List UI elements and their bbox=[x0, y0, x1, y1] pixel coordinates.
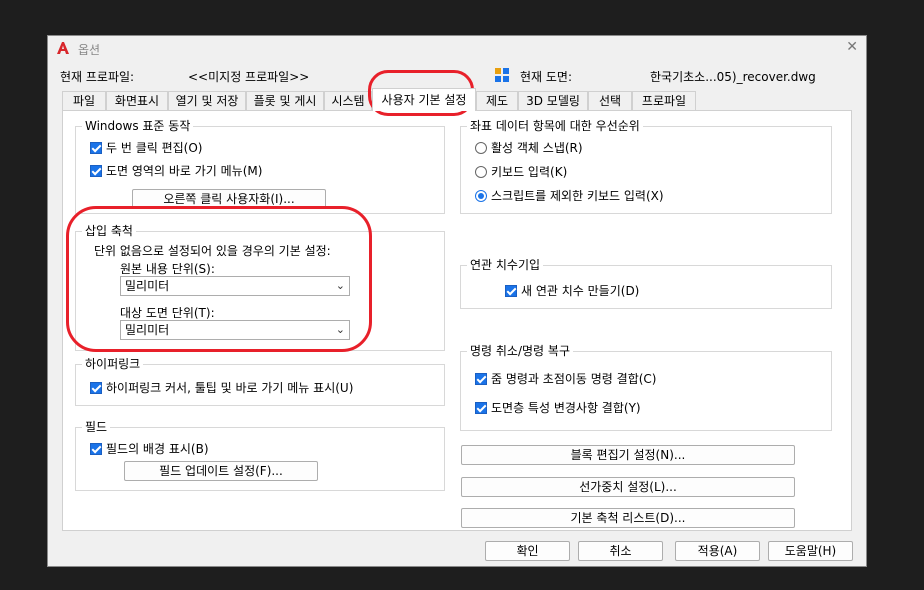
insertion-scale-description: 단위 없음으로 설정되어 있을 경우의 기본 설정: bbox=[94, 244, 331, 258]
current-drawing-value: 한국기초소...05)_recover.dwg bbox=[650, 70, 816, 84]
keyboard-entry-except-scripts-option[interactable]: 스크립트를 제외한 키보드 입력(X) bbox=[475, 187, 664, 204]
combine-zoom-pan-option[interactable]: 줌 명령과 초점이동 명령 결합(C) bbox=[475, 370, 656, 387]
group-title: Windows 표준 동작 bbox=[82, 119, 194, 133]
checkbox-checked-icon[interactable] bbox=[90, 442, 102, 455]
drawing-file-icon bbox=[494, 67, 510, 86]
shortcut-menu-option[interactable]: 도면 영역의 바로 가기 메뉴(M) bbox=[90, 162, 262, 179]
source-units-label: 원본 내용 단위(S): bbox=[120, 262, 215, 276]
option-label: 두 번 클릭 편집(O) bbox=[106, 141, 203, 155]
group-title: 좌표 데이터 항목에 대한 우선순위 bbox=[467, 119, 643, 133]
tab-display[interactable]: 화면표시 bbox=[106, 91, 168, 110]
target-units-dropdown[interactable]: 밀리미터 ⌄ bbox=[120, 320, 350, 340]
tab-3d-modeling[interactable]: 3D 모델링 bbox=[518, 91, 588, 110]
radio-unselected-icon[interactable] bbox=[475, 165, 487, 178]
options-dialog: 옵션 ✕ 현재 프로파일: <<미지정 프로파일>> 현재 도면: 한국기초소.… bbox=[47, 35, 867, 567]
group-title: 하이퍼링크 bbox=[82, 357, 144, 371]
source-units-dropdown[interactable]: 밀리미터 ⌄ bbox=[120, 276, 350, 296]
checkbox-checked-icon[interactable] bbox=[505, 284, 517, 297]
option-label: 스크립트를 제외한 키보드 입력(X) bbox=[491, 189, 664, 203]
group-title: 삽입 축척 bbox=[82, 224, 136, 238]
dialog-title: 옵션 bbox=[78, 43, 101, 57]
checkbox-checked-icon[interactable] bbox=[90, 164, 102, 177]
cancel-button[interactable]: 취소 bbox=[578, 541, 663, 561]
checkbox-checked-icon[interactable] bbox=[90, 141, 102, 154]
tab-user-preferences[interactable]: 사용자 기본 설정 bbox=[372, 88, 476, 111]
option-label: 도면층 특성 변경사항 결합(Y) bbox=[491, 401, 641, 415]
option-label: 줌 명령과 초점이동 명령 결합(C) bbox=[491, 372, 657, 386]
close-icon[interactable]: ✕ bbox=[846, 39, 858, 55]
chevron-down-icon: ⌄ bbox=[335, 279, 345, 292]
field-background-option[interactable]: 필드의 배경 표시(B) bbox=[90, 440, 209, 457]
tab-drafting[interactable]: 제도 bbox=[476, 91, 518, 110]
default-scale-list-button[interactable]: 기본 축척 리스트(D)... bbox=[461, 508, 795, 528]
tab-plot-publish[interactable]: 플롯 및 게시 bbox=[246, 91, 324, 110]
option-label: 필드의 배경 표시(B) bbox=[106, 442, 209, 456]
apply-button[interactable]: 적용(A) bbox=[675, 541, 760, 561]
current-drawing-label: 현재 도면: bbox=[520, 70, 573, 84]
block-editor-settings-button[interactable]: 블록 편집기 설정(N)... bbox=[461, 445, 795, 465]
help-button[interactable]: 도움말(H) bbox=[768, 541, 853, 561]
new-associative-dimension-option[interactable]: 새 연관 치수 만들기(D) bbox=[505, 282, 639, 299]
field-update-settings-button[interactable]: 필드 업데이트 설정(F)... bbox=[124, 461, 318, 481]
group-title: 필드 bbox=[82, 420, 111, 434]
undo-redo-group: 명령 취소/명령 복구 줌 명령과 초점이동 명령 결합(C) 도면층 특성 변… bbox=[460, 344, 832, 431]
current-profile-value: <<미지정 프로파일>> bbox=[188, 70, 310, 84]
running-osnap-option[interactable]: 활성 객체 스냅(R) bbox=[475, 139, 583, 156]
radio-unselected-icon[interactable] bbox=[475, 141, 487, 154]
checkbox-checked-icon[interactable] bbox=[90, 381, 102, 394]
option-label: 새 연관 치수 만들기(D) bbox=[521, 284, 640, 298]
selected-value: 밀리미터 bbox=[125, 323, 170, 337]
radio-selected-icon[interactable] bbox=[475, 189, 487, 202]
associative-dimensioning-group: 연관 치수기입 새 연관 치수 만들기(D) bbox=[460, 258, 832, 309]
tab-file[interactable]: 파일 bbox=[62, 91, 106, 110]
option-label: 활성 객체 스냅(R) bbox=[491, 141, 583, 155]
keyboard-entry-option[interactable]: 키보드 입력(K) bbox=[475, 163, 567, 180]
current-profile-label: 현재 프로파일: bbox=[60, 70, 135, 84]
tab-profiles[interactable]: 프로파일 bbox=[632, 91, 696, 110]
checkbox-checked-icon[interactable] bbox=[475, 372, 487, 385]
combine-layer-changes-option[interactable]: 도면층 특성 변경사항 결합(Y) bbox=[475, 399, 641, 416]
hyperlink-group: 하이퍼링크 하이퍼링크 커서, 툴팁 및 바로 가기 메뉴 표시(U) bbox=[75, 357, 445, 406]
tab-system[interactable]: 시스템 bbox=[324, 91, 372, 110]
hyperlink-option[interactable]: 하이퍼링크 커서, 툴팁 및 바로 가기 메뉴 표시(U) bbox=[90, 379, 353, 396]
chevron-down-icon: ⌄ bbox=[335, 323, 345, 336]
checkbox-checked-icon[interactable] bbox=[475, 401, 487, 414]
group-title: 연관 치수기입 bbox=[467, 258, 544, 272]
windows-behavior-group: Windows 표준 동작 두 번 클릭 편집(O) 도면 영역의 바로 가기 … bbox=[75, 119, 445, 214]
tab-content-panel: Windows 표준 동작 두 번 클릭 편집(O) 도면 영역의 바로 가기 … bbox=[62, 110, 852, 531]
option-label: 키보드 입력(K) bbox=[491, 165, 568, 179]
right-click-customization-button[interactable]: 오른쪽 클릭 사용자화(I)... bbox=[132, 189, 326, 209]
option-label: 하이퍼링크 커서, 툴팁 및 바로 가기 메뉴 표시(U) bbox=[106, 381, 354, 395]
tab-open-save[interactable]: 열기 및 저장 bbox=[168, 91, 246, 110]
target-units-label: 대상 도면 단위(T): bbox=[120, 306, 215, 320]
coordinate-priority-group: 좌표 데이터 항목에 대한 우선순위 활성 객체 스냅(R) 키보드 입력(K)… bbox=[460, 119, 832, 214]
option-label: 도면 영역의 바로 가기 메뉴(M) bbox=[106, 164, 263, 178]
insertion-scale-group: 삽입 축척 단위 없음으로 설정되어 있을 경우의 기본 설정: 원본 내용 단… bbox=[75, 224, 445, 351]
field-group: 필드 필드의 배경 표시(B) 필드 업데이트 설정(F)... bbox=[75, 420, 445, 491]
tab-selection[interactable]: 선택 bbox=[588, 91, 632, 110]
selected-value: 밀리미터 bbox=[125, 279, 170, 293]
double-click-option[interactable]: 두 번 클릭 편집(O) bbox=[90, 139, 203, 156]
lineweight-settings-button[interactable]: 선가중치 설정(L)... bbox=[461, 477, 795, 497]
group-title: 명령 취소/명령 복구 bbox=[467, 344, 573, 358]
app-logo-icon bbox=[56, 41, 70, 58]
ok-button[interactable]: 확인 bbox=[485, 541, 570, 561]
